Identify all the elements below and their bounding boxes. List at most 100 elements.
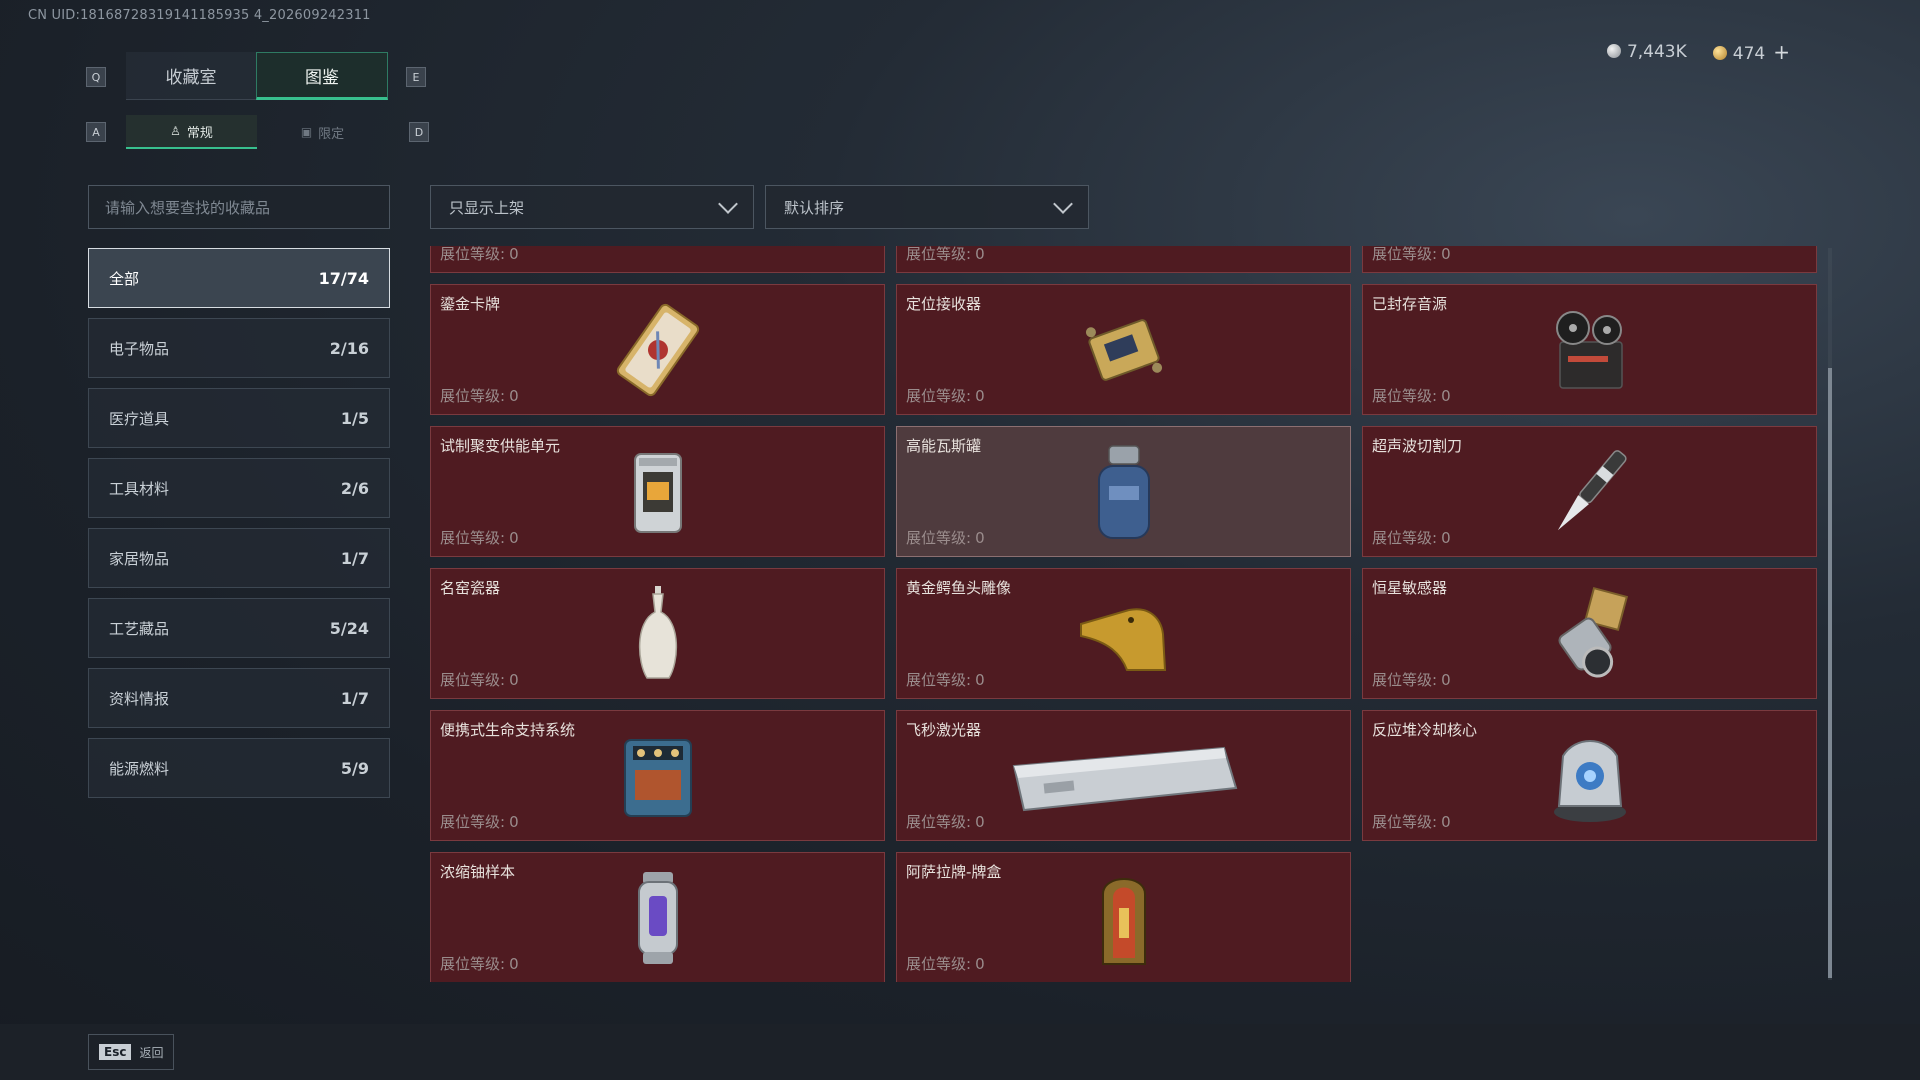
- femtosecond-laser-icon: [1004, 726, 1244, 826]
- item-card-sealed-audio[interactable]: 已封存音源 展位等级: 0: [1362, 284, 1817, 415]
- display-level: 展位等级: 0: [906, 813, 985, 831]
- item-name: 飞秒激光器: [906, 721, 982, 739]
- item-name: 定位接收器: [906, 295, 982, 313]
- item-name: 名窑瓷器: [440, 579, 501, 597]
- item-grid-viewport: 展位等级: 0 展位等级: 0 展位等级: 0 鎏金卡牌 展位等级: 0 定位接收器 展…: [430, 246, 1820, 982]
- item-card-femtosecond-laser[interactable]: 飞秒激光器 展位等级: 0: [896, 710, 1351, 841]
- silver-amount: 7,443K: [1626, 42, 1687, 62]
- grid-scrollbar[interactable]: [1828, 248, 1832, 980]
- item-card-locator-receiver[interactable]: 定位接收器 展位等级: 0: [896, 284, 1351, 415]
- shelf-filter-dropdown[interactable]: 只显示上架: [430, 185, 754, 229]
- category-medical[interactable]: 医疗道具 1/5: [88, 388, 390, 448]
- item-grid: 展位等级: 0 展位等级: 0 展位等级: 0 鎏金卡牌 展位等级: 0 定位接收器 展…: [430, 246, 1817, 982]
- fusion-unit-icon: [598, 442, 718, 542]
- display-level: 展位等级: 0: [1372, 387, 1451, 405]
- display-level: 展位等级: 0: [906, 671, 985, 689]
- sort-value: 默认排序: [784, 198, 845, 217]
- category-crafts[interactable]: 工艺藏品 5/24: [88, 598, 390, 658]
- category-household[interactable]: 家居物品 1/7: [88, 528, 390, 588]
- item-name: 恒星敏感器: [1372, 579, 1448, 597]
- gilded-card-icon: [598, 300, 718, 400]
- esc-key-hint: Esc: [99, 1044, 132, 1060]
- category-count: 2/6: [340, 478, 369, 498]
- category-count: 1/7: [340, 548, 369, 568]
- chevron-down-icon: [718, 194, 738, 214]
- category-tools[interactable]: 工具材料 2/6: [88, 458, 390, 518]
- porcelain-vase-icon: [598, 584, 718, 684]
- item-card-porcelain-vase[interactable]: 名窑瓷器 展位等级: 0: [430, 568, 885, 699]
- locator-receiver-icon: [1064, 300, 1184, 400]
- category-all[interactable]: 全部 17/74: [88, 248, 390, 308]
- category-energy[interactable]: 能源燃料 5/9: [88, 738, 390, 798]
- chevron-down-icon: [1053, 194, 1073, 214]
- item-card[interactable]: 展位等级: 0: [896, 246, 1351, 273]
- display-level: 展位等级: 0: [440, 246, 519, 263]
- subtab-limited-label: 限定: [318, 126, 345, 142]
- gold-amount: 474: [1732, 44, 1766, 64]
- item-name: 高能瓦斯罐: [906, 437, 982, 455]
- item-name: 已封存音源: [1372, 295, 1448, 313]
- main-tabs: 收藏室 图鉴: [126, 52, 388, 100]
- category-label: 工具材料: [109, 479, 170, 498]
- display-level: 展位等级: 0: [1372, 246, 1451, 263]
- item-card-ultrasonic-knife[interactable]: 超声波切割刀 展位等级: 0: [1362, 426, 1817, 557]
- display-level: 展位等级: 0: [906, 246, 985, 263]
- display-level: 展位等级: 0: [1372, 671, 1451, 689]
- key-hint-a: A: [86, 122, 106, 142]
- silver-currency: 7,443K: [1606, 42, 1687, 62]
- category-count: 2/16: [329, 338, 369, 358]
- display-level: 展位等级: 0: [1372, 813, 1451, 831]
- item-name: 超声波切割刀: [1372, 437, 1463, 455]
- category-electronics[interactable]: 电子物品 2/16: [88, 318, 390, 378]
- category-label: 资料情报: [109, 689, 170, 708]
- tab-catalog[interactable]: 图鉴: [256, 52, 388, 100]
- ultrasonic-knife-icon: [1530, 442, 1650, 542]
- category-label: 工艺藏品: [109, 619, 170, 638]
- subtab-regular[interactable]: ♙ 常规: [126, 115, 257, 149]
- gold-currency: 474 +: [1712, 40, 1790, 64]
- back-button[interactable]: Esc 返回: [88, 1034, 175, 1070]
- item-card[interactable]: 展位等级: 0: [1362, 246, 1817, 273]
- display-level: 展位等级: 0: [1372, 529, 1451, 547]
- key-hint-e: E: [406, 67, 426, 87]
- item-card-uranium-sample[interactable]: 浓缩铀样本 展位等级: 0: [430, 852, 885, 982]
- item-card-gilded-card[interactable]: 鎏金卡牌 展位等级: 0: [430, 284, 885, 415]
- scrollbar-thumb[interactable]: [1828, 368, 1832, 978]
- category-label: 电子物品: [109, 339, 170, 358]
- item-name: 黄金鳄鱼头雕像: [906, 579, 1012, 597]
- item-card-card-box[interactable]: 阿萨拉牌-牌盒 展位等级: 0: [896, 852, 1351, 982]
- subtab-limited[interactable]: ▣ 限定: [257, 115, 388, 149]
- item-card-gas-canister[interactable]: 高能瓦斯罐 展位等级: 0: [896, 426, 1351, 557]
- category-count: 17/74: [318, 268, 369, 288]
- figure-icon: ♙: [170, 124, 181, 138]
- reactor-core-icon: [1530, 726, 1650, 826]
- category-count: 1/5: [340, 408, 369, 428]
- card-box-icon: [1064, 868, 1184, 968]
- reel-recorder-icon: [1530, 300, 1650, 400]
- sort-dropdown[interactable]: 默认排序: [765, 185, 1089, 229]
- back-label: 返回: [139, 1045, 164, 1060]
- search-input[interactable]: 请输入想要查找的收藏品: [88, 185, 390, 229]
- sub-tabs: ♙ 常规 ▣ 限定: [126, 115, 388, 149]
- uid-text: CN UID:18168728319141185935 4_2026092423…: [28, 8, 371, 23]
- item-card-life-support[interactable]: 便携式生命支持系统 展位等级: 0: [430, 710, 885, 841]
- item-card-gold-crocodile[interactable]: 黄金鳄鱼头雕像 展位等级: 0: [896, 568, 1351, 699]
- item-name: 便携式生命支持系统: [440, 721, 576, 739]
- star-sensor-icon: [1530, 584, 1650, 684]
- currency-bar: 7,443K 474 +: [1606, 40, 1790, 64]
- item-card[interactable]: 展位等级: 0: [430, 246, 885, 273]
- item-card-star-sensor[interactable]: 恒星敏感器 展位等级: 0: [1362, 568, 1817, 699]
- item-name: 反应堆冷却核心: [1372, 721, 1478, 739]
- category-list: 全部 17/74 电子物品 2/16 医疗道具 1/5 工具材料 2/6 家居物品 1/7…: [88, 248, 390, 808]
- add-currency-button[interactable]: +: [1773, 40, 1790, 64]
- tab-collection-room[interactable]: 收藏室: [126, 52, 256, 100]
- item-card-reactor-core[interactable]: 反应堆冷却核心 展位等级: 0: [1362, 710, 1817, 841]
- item-card-fusion-unit[interactable]: 试制聚变供能单元 展位等级: 0: [430, 426, 885, 557]
- category-label: 能源燃料: [109, 759, 170, 778]
- item-name: 试制聚变供能单元: [440, 437, 561, 455]
- key-hint-d: D: [409, 122, 429, 142]
- shelf-filter-value: 只显示上架: [449, 198, 525, 217]
- display-level: 展位等级: 0: [906, 387, 985, 405]
- category-intel[interactable]: 资料情报 1/7: [88, 668, 390, 728]
- item-name: 鎏金卡牌: [440, 295, 501, 313]
